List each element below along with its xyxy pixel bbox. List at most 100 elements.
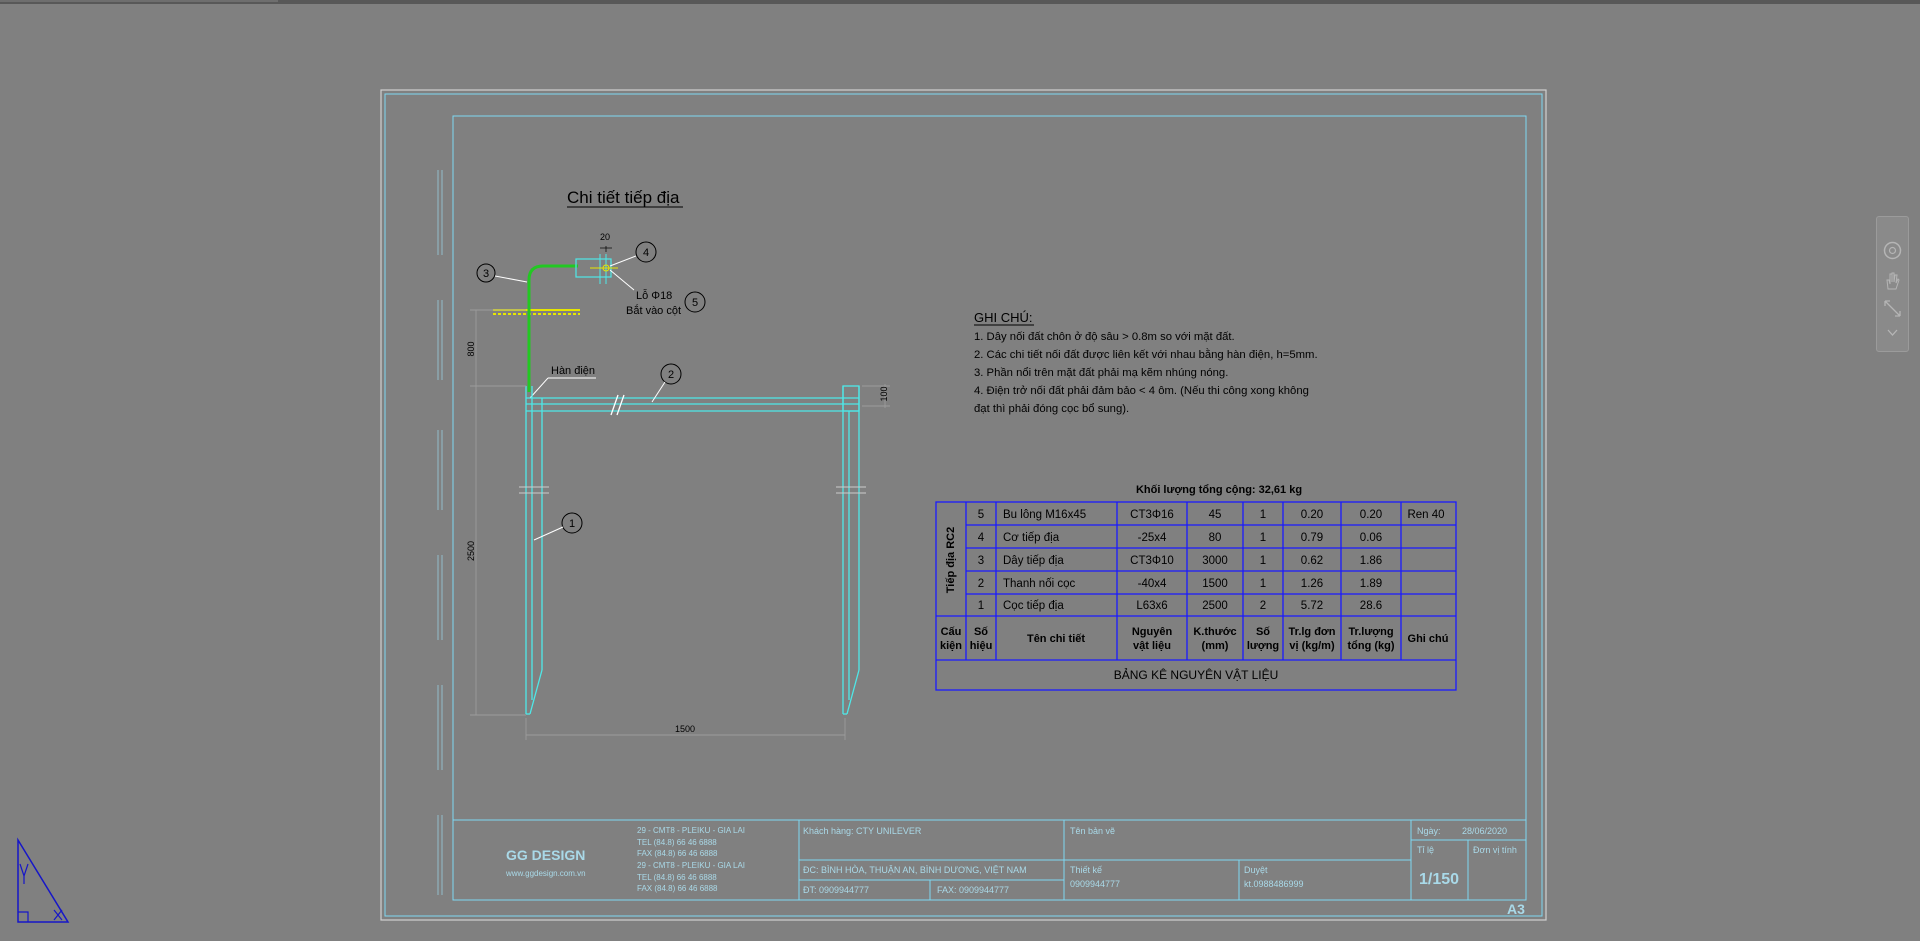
- table-cell-total_w: 1.86: [1360, 555, 1382, 567]
- hdr-so-hieu-2: hiệu: [970, 640, 993, 652]
- pan-hand-icon[interactable]: [1881, 269, 1904, 292]
- sheet-size: A3: [1507, 901, 1525, 917]
- weld-leader: [529, 377, 549, 399]
- callout-1-leader: [533, 526, 564, 541]
- hdr-trlg-2: vị (kg/m): [1289, 640, 1335, 652]
- table-cell-name: Cọc tiếp địa: [1003, 600, 1064, 612]
- date-value: 28/06/2020: [1462, 826, 1507, 836]
- company-addr-2: 29 - CMT8 - PLEIKU - GIA LAI: [637, 861, 745, 870]
- table-caption: BẢNG KÊ NGUYÊN VẬT LIỆU: [1114, 667, 1279, 682]
- designer-label: Thiết kế: [1070, 865, 1102, 875]
- materials-table: [935, 501, 1457, 691]
- table-header: Cấu kiện Số hiệu Tên chi tiết Nguyên vật…: [940, 626, 1448, 652]
- table-cell-size: 3000: [1202, 555, 1228, 567]
- zoom-icon[interactable]: [1881, 297, 1904, 320]
- chevron-down-icon[interactable]: [1881, 321, 1904, 344]
- table-group-label: Tiếp địa RC2: [945, 527, 957, 593]
- hdr-soluong-2: lượng: [1247, 640, 1279, 652]
- notes-heading: GHI CHÚ:: [974, 310, 1033, 325]
- table-cell-size: 45: [1209, 509, 1222, 521]
- margin-marks: [437, 170, 443, 895]
- table-cell-no: 2: [978, 578, 984, 590]
- hdr-trlg-1: Tr.lg đơn: [1289, 626, 1336, 638]
- callout-4-label: 4: [643, 247, 649, 259]
- bolt-label: Bắt vào cột: [626, 304, 681, 317]
- table-cell-no: 1: [978, 600, 984, 612]
- table-cell-total_w: 1.89: [1360, 578, 1382, 590]
- table-cell-no: 4: [978, 532, 985, 544]
- hdr-cau-kien-2: kiện: [940, 640, 962, 652]
- ground-line: [493, 309, 580, 315]
- table-cell-material: -25x4: [1138, 532, 1167, 544]
- table-cell-name: Thanh nối cọc: [1003, 578, 1075, 590]
- table-cell-size: 80: [1209, 532, 1222, 544]
- table-cell-note: Ren 40: [1407, 509, 1444, 521]
- inner-frame: [452, 115, 1527, 901]
- paper-boundary: [380, 89, 1547, 921]
- table-cell-no: 5: [978, 509, 984, 521]
- hdr-cau-kien-1: Cấu: [941, 626, 962, 638]
- hole-label: Lỗ Φ18: [636, 289, 672, 302]
- company-fax-1: FAX (84.8) 66 46 6888: [637, 849, 718, 858]
- callout-2-label: 2: [668, 369, 674, 381]
- callout-2-leader: [651, 381, 666, 403]
- table-cell-total_w: 0.20: [1360, 509, 1382, 521]
- connecting-bar: [526, 394, 859, 416]
- table-cell-unit_w: 1.26: [1301, 578, 1323, 590]
- hole-leader: [609, 269, 635, 291]
- table-cell-qty: 2: [1260, 600, 1266, 612]
- table-cell-qty: 1: [1260, 532, 1266, 544]
- drawing-canvas[interactable]: Chi tiết tiếp địa 20 3 4 Lỗ Φ18 Bắt vào …: [0, 0, 1920, 941]
- scale-value: 1/150: [1419, 871, 1459, 888]
- note-4b: đạt thì phải đóng cọc bổ sung).: [974, 403, 1129, 415]
- company-fax-2: FAX (84.8) 66 46 6888: [637, 884, 718, 893]
- outer-frame: [384, 93, 1543, 917]
- dim-20: 20: [600, 232, 610, 242]
- client-address: ĐC: BÌNH HÒA, THUẬN AN, BÌNH DƯƠNG, VIỆT…: [803, 865, 1027, 875]
- hdr-nguyen-1: Nguyên: [1132, 626, 1173, 638]
- note-1: 1. Dây nối đất chôn ở độ sâu > 0.8m so v…: [974, 331, 1235, 343]
- designer-phone: 0909944777: [1070, 879, 1120, 889]
- ucs-icon: [14, 836, 70, 926]
- company-website: www.ggdesign.com.vn: [505, 869, 586, 878]
- hdr-ten: Tên chi tiết: [1027, 633, 1085, 645]
- dim-1500: 1500: [675, 724, 695, 734]
- note-3: 3. Phần nổi trên mặt đất phải mạ kẽm nhú…: [974, 367, 1228, 379]
- hdr-trluong-2: tổng (kg): [1347, 640, 1394, 652]
- table-cell-no: 3: [978, 555, 984, 567]
- hdr-ghichu: Ghi chú: [1408, 633, 1449, 645]
- dimension-lines: [470, 309, 890, 740]
- table-cell-name: Cơ tiếp địa: [1003, 532, 1060, 544]
- hdr-nguyen-2: vật liệu: [1133, 640, 1171, 652]
- dim-2500: 2500: [466, 541, 476, 561]
- dim-100: 100: [879, 386, 889, 401]
- scale-label: Tỉ lệ: [1417, 845, 1434, 855]
- approver-label: Duyệt: [1244, 865, 1268, 875]
- table-cell-material: CT3Φ10: [1130, 555, 1174, 567]
- steering-wheel-icon[interactable]: [1881, 239, 1904, 262]
- hdr-kthuoc-1: K.thước: [1193, 626, 1236, 638]
- table-cell-unit_w: 0.79: [1301, 532, 1323, 544]
- table-cell-unit_w: 0.20: [1301, 509, 1323, 521]
- callout-4: [609, 241, 657, 267]
- table-cell-size: 2500: [1202, 600, 1228, 612]
- table-cell-qty: 1: [1260, 509, 1266, 521]
- company-tel-1: TEL (84.8) 66 46 6888: [637, 838, 717, 847]
- right-pile: [836, 385, 866, 715]
- title-block-text: GG DESIGN www.ggdesign.com.vn 29 - CMT8 …: [505, 826, 1525, 917]
- drawing-name-label: Tên bản vẽ: [1070, 826, 1115, 836]
- table-cell-material: CT3Φ16: [1130, 509, 1174, 521]
- client: Khách hàng: CTY UNILEVER: [803, 826, 922, 836]
- callout-5-label: 5: [692, 297, 698, 309]
- company-addr-1: 29 - CMT8 - PLEIKU - GIA LAI: [637, 826, 745, 835]
- weld-label: Hàn điện: [551, 365, 595, 377]
- table-cell-total_w: 28.6: [1360, 600, 1382, 612]
- table-cell-material: -40x4: [1138, 578, 1167, 590]
- navigation-bar[interactable]: [1876, 216, 1909, 352]
- left-pile: [519, 386, 549, 715]
- callout-3-label: 3: [483, 268, 489, 280]
- note-4a: 4. Điện trở nối đất phải đảm bảo < 4 ôm.…: [974, 385, 1309, 397]
- hdr-trluong-1: Tr.lượng: [1348, 626, 1393, 638]
- table-cell-name: Dây tiếp địa: [1003, 555, 1064, 567]
- drawing-title: Chi tiết tiếp địa: [567, 188, 680, 207]
